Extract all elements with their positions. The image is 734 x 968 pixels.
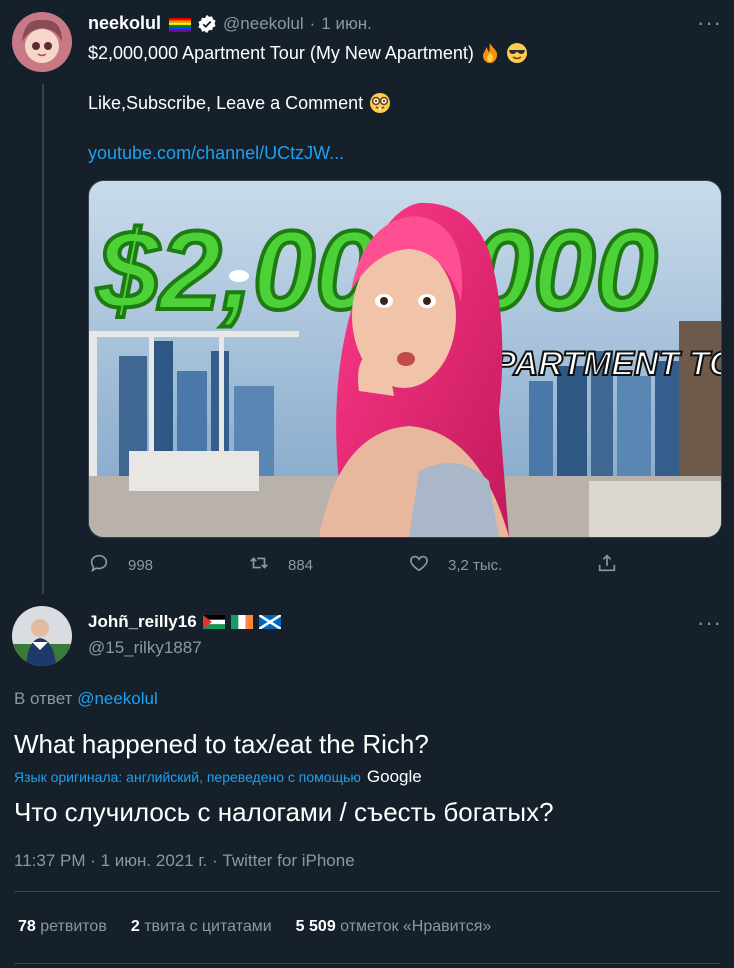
retweets-label: ретвитов (40, 918, 107, 935)
reply-text: What happened to tax/eat the Rich? (14, 729, 429, 759)
google-logo: Google (366, 767, 422, 786)
share-action[interactable] (596, 552, 618, 578)
quotes-label: твита с цитатами (144, 918, 272, 935)
palestine-flag-icon (202, 615, 225, 629)
like-count: 3,2 тыс. (448, 556, 503, 574)
retweet-count: 884 (288, 556, 314, 574)
nerd-emoji-icon (369, 92, 391, 114)
reply-icon (88, 552, 110, 578)
reply-stats: 78 ретвитов 2 твита с цитатами 5 509 отм… (18, 918, 491, 936)
sunglasses-emoji-icon (506, 42, 528, 64)
reply-author-avatar[interactable] (12, 606, 72, 666)
replying-to-line: В ответ @neekolul (14, 689, 158, 709)
more-dots-icon[interactable]: ··· (697, 12, 722, 34)
video-thumbnail[interactable]: $2,000,000 APARTMENT TOUR (88, 180, 722, 538)
thread-connector-line (42, 84, 44, 594)
like-icon (408, 552, 430, 578)
dot-separator: · (309, 13, 316, 33)
stats-bottom-divider (14, 963, 720, 964)
author-handle[interactable]: @neekolul (223, 14, 304, 34)
tweet-cta-line: Like,Subscribe, Leave a Comment (88, 91, 391, 115)
reply-author-name[interactable]: Johñ_reilly16 (88, 612, 197, 632)
translated-text: Что случилось с налогами / съесть богаты… (14, 797, 554, 827)
translation-note[interactable]: Язык оригинала: английский, переведено с… (14, 769, 361, 785)
reply-action[interactable]: 998 (88, 552, 153, 578)
retweet-icon (248, 552, 270, 578)
tweet-date[interactable]: 1 июн. (321, 14, 372, 34)
thumbnail-banner-text: APARTMENT TOUR (468, 345, 721, 383)
retweet-action[interactable]: 884 (248, 552, 313, 578)
tweet-line-1: $2,000,000 Apartment Tour (My New Apartm… (88, 43, 474, 63)
verified-icon (197, 14, 217, 34)
neekolul-avatar[interactable] (12, 12, 72, 72)
reply-timestamp[interactable]: 11:37 PM · 1 июн. 2021 г. · Twitter for … (14, 851, 355, 871)
youtube-link[interactable]: youtube.com/channel/UCtzJW... (88, 141, 344, 165)
likes-label: отметок «Нравится» (340, 918, 492, 935)
quotes-count: 2 (130, 918, 140, 935)
replying-to-handle[interactable]: @neekolul (77, 689, 158, 708)
tweet-header: neekolul @neekolul · 1 июн. (88, 13, 372, 34)
likes-count: 5 509 (295, 918, 336, 935)
fire-emoji-icon (480, 42, 500, 64)
retweets-count: 78 (18, 918, 36, 935)
replying-prefix: В ответ (14, 689, 73, 708)
like-action[interactable]: 3,2 тыс. (408, 552, 502, 578)
stats-top-divider (14, 891, 720, 892)
translation-note-line: Язык оригинала: английский, переведено с… (14, 767, 422, 787)
author-name[interactable]: neekolul (88, 13, 161, 34)
reply-author-line: Johñ_reilly16 (88, 612, 282, 632)
reply-count: 998 (128, 556, 154, 574)
pride-flag-icon (169, 17, 192, 32)
scotland-flag-icon (257, 613, 282, 631)
tweet-title-line: $2,000,000 Apartment Tour (My New Apartm… (88, 41, 528, 65)
retweets-stat[interactable]: 78 ретвитов (18, 918, 107, 936)
reply-more-dots-icon[interactable]: ··· (697, 612, 722, 634)
likes-stat[interactable]: 5 509 отметок «Нравится» (296, 918, 492, 936)
tweet-line-2: Like,Subscribe, Leave a Comment (88, 93, 364, 113)
reply-author-handle[interactable]: @15_rilky1887 (88, 638, 202, 658)
share-icon (596, 552, 618, 578)
thumbnail-illustration: $2,000,000 APARTMENT TOUR (89, 181, 721, 537)
quotes-stat[interactable]: 2 твита с цитатами (131, 918, 272, 936)
ireland-flag-icon (230, 615, 253, 629)
